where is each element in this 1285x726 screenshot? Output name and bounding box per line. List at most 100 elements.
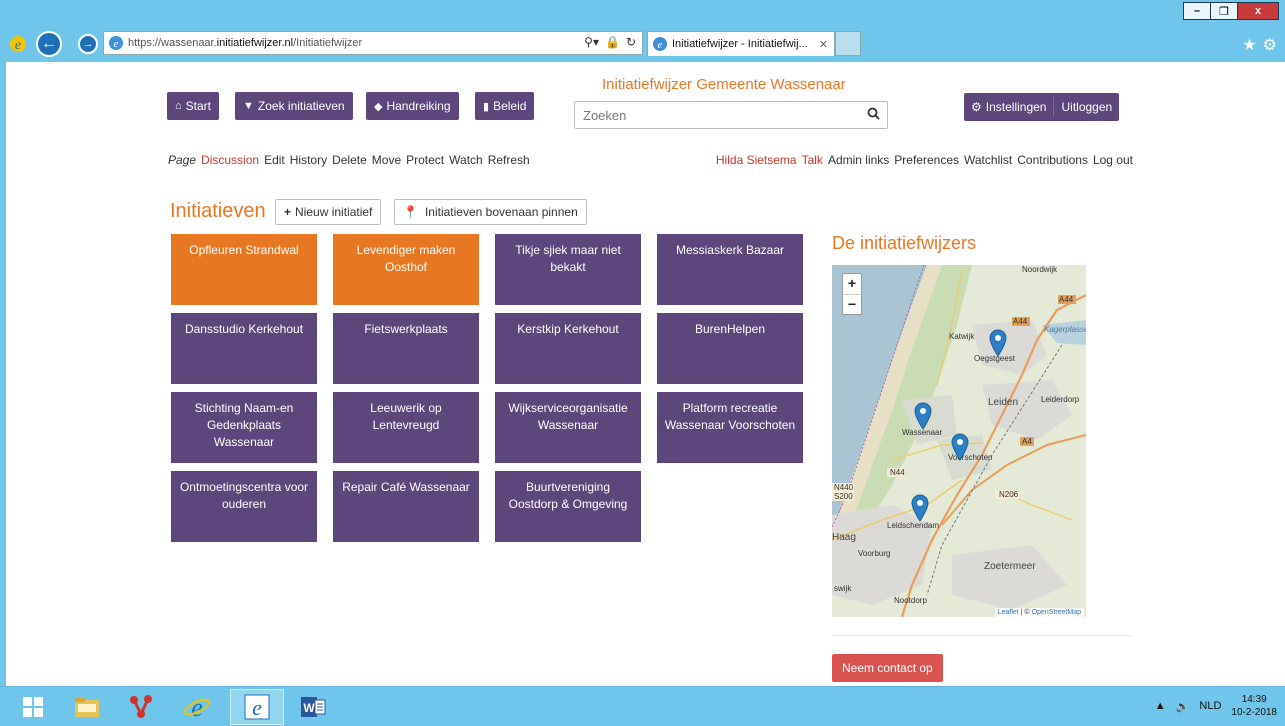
map-label: N440 bbox=[834, 483, 854, 492]
zoom-out-button[interactable]: − bbox=[843, 294, 861, 314]
initiative-tile[interactable]: Opfleuren Strandwal bbox=[171, 234, 317, 305]
initiative-tile[interactable]: Ontmoetingscentra voor ouderen bbox=[171, 471, 317, 542]
taskbar-word[interactable]: W bbox=[286, 689, 340, 725]
initiative-tile[interactable]: Platform recreatie Wassenaar Voorschoten bbox=[657, 392, 803, 463]
wiki-action-history[interactable]: History bbox=[290, 153, 327, 167]
contact-button[interactable]: Neem contact op bbox=[832, 654, 943, 682]
minimize-button[interactable]: – bbox=[1183, 2, 1211, 20]
wiki-action-edit[interactable]: Edit bbox=[264, 153, 285, 167]
address-bar[interactable]: e https://wassenaar.initiatiefwijzer.nl/… bbox=[103, 31, 643, 55]
user-link-watchlist[interactable]: Watchlist bbox=[964, 153, 1012, 167]
clock[interactable]: 14:39 10-2-2018 bbox=[1231, 693, 1277, 719]
search-input[interactable] bbox=[583, 107, 859, 123]
language-indicator[interactable]: NLD bbox=[1199, 700, 1221, 712]
user-link-talk[interactable]: Talk bbox=[802, 153, 823, 167]
ie-logo-icon: e bbox=[184, 693, 210, 721]
map-label: N206 bbox=[999, 490, 1019, 499]
initiative-tile[interactable]: Messiaskerk Bazaar bbox=[657, 234, 803, 305]
map-attribution: Leaflet | © OpenStreetMap bbox=[994, 608, 1084, 617]
taskbar-ie[interactable]: e bbox=[170, 689, 224, 725]
initiative-tiles: Opfleuren Strandwal Levendiger maken Oos… bbox=[171, 234, 803, 542]
user-link-username[interactable]: Hilda Sietsema bbox=[716, 153, 797, 167]
wiki-action-watch[interactable]: Watch bbox=[449, 153, 483, 167]
plus-icon: + bbox=[284, 205, 292, 219]
user-link-contributions[interactable]: Contributions bbox=[1017, 153, 1088, 167]
handreiking-label: Handreiking bbox=[386, 99, 451, 113]
clock-date: 10-2-2018 bbox=[1231, 707, 1277, 718]
initiative-tile[interactable]: BurenHelpen bbox=[657, 313, 803, 384]
wiki-action-refresh[interactable]: Refresh bbox=[488, 153, 530, 167]
zoom-in-button[interactable]: + bbox=[843, 274, 861, 294]
site-title[interactable]: Initiatiefwijzer Gemeente Wassenaar bbox=[602, 76, 846, 93]
initiative-tile[interactable]: Fietswerkplaats bbox=[333, 313, 479, 384]
initiative-tile[interactable]: Dansstudio Kerkehout bbox=[171, 313, 317, 384]
start-label: Start bbox=[185, 99, 211, 113]
new-tab-button[interactable] bbox=[835, 31, 861, 56]
user-link-logout[interactable]: Log out bbox=[1093, 153, 1133, 167]
leaflet-link[interactable]: Leaflet bbox=[998, 609, 1019, 616]
search-icon[interactable] bbox=[859, 107, 887, 123]
attribution-separator: | © bbox=[1018, 609, 1032, 616]
wiki-actions: Page Discussion Edit History Delete Move… bbox=[168, 153, 530, 167]
browser-tab[interactable]: e Initiatiefwijzer - Initiatiefwij... ✕ bbox=[647, 31, 835, 56]
lock-icon[interactable]: 🔒 bbox=[605, 35, 620, 49]
map-marker-icon[interactable] bbox=[914, 402, 932, 430]
forward-button[interactable]: → bbox=[78, 34, 98, 54]
map-marker-icon[interactable] bbox=[951, 433, 969, 461]
initiative-tile[interactable]: Stichting Naam-en Gedenkplaats Wassenaar bbox=[171, 392, 317, 463]
pin-icon: 📍 bbox=[403, 205, 418, 219]
map-marker-icon[interactable] bbox=[911, 494, 929, 522]
refresh-icon[interactable]: ↻ bbox=[626, 35, 636, 49]
wiki-action-move[interactable]: Move bbox=[372, 153, 401, 167]
svg-text:W: W bbox=[303, 701, 315, 715]
beleid-button[interactable]: ▮ Beleid bbox=[475, 92, 535, 120]
osm-link[interactable]: OpenStreetMap bbox=[1032, 609, 1081, 616]
start-menu-button[interactable] bbox=[6, 689, 60, 725]
user-links: Hilda Sietsema Talk Admin links Preferen… bbox=[716, 153, 1133, 167]
wiki-action-protect[interactable]: Protect bbox=[406, 153, 444, 167]
map-marker-icon[interactable] bbox=[989, 329, 1007, 357]
new-initiative-button[interactable]: + Nieuw initiatief bbox=[275, 199, 382, 225]
initiative-tile[interactable]: Tikje sjiek maar niet bekakt bbox=[495, 234, 641, 305]
initiative-tile[interactable]: Leeuwerik op Lentevreugd bbox=[333, 392, 479, 463]
taskbar-app-graph[interactable] bbox=[114, 689, 168, 725]
wiki-action-page[interactable]: Page bbox=[168, 153, 196, 167]
initiative-tile[interactable]: Buurtvereniging Oostdorp & Omgeving bbox=[495, 471, 641, 542]
restore-button[interactable]: ❐ bbox=[1210, 2, 1238, 20]
map-label: Voorburg bbox=[858, 549, 891, 558]
wiki-action-discussion[interactable]: Discussion bbox=[201, 153, 259, 167]
initiative-tile[interactable]: Wijkserviceorganisatie Wassenaar bbox=[495, 392, 641, 463]
user-link-admin-links[interactable]: Admin links bbox=[828, 153, 889, 167]
initiative-tile[interactable]: Levendiger maken Oosthof bbox=[333, 234, 479, 305]
user-link-preferences[interactable]: Preferences bbox=[894, 153, 959, 167]
map-label: Haag bbox=[832, 532, 856, 543]
zoek-initiatieven-button[interactable]: ▼ Zoek initiatieven bbox=[235, 92, 353, 120]
settings-button[interactable]: ⚙ Instellingen bbox=[964, 93, 1053, 121]
handreiking-button[interactable]: ◆ Handreiking bbox=[366, 92, 459, 120]
initiative-tile[interactable]: Repair Café Wassenaar bbox=[333, 471, 479, 542]
sidebar-divider bbox=[832, 635, 1131, 636]
map[interactable]: Noordwijk A44 A44 Kagerplassen Katwijk O… bbox=[832, 265, 1086, 617]
wiki-action-delete[interactable]: Delete bbox=[332, 153, 367, 167]
pin-initiatives-button[interactable]: 📍 Initiatieven bovenaan pinnen bbox=[394, 199, 587, 225]
map-label: swijk bbox=[834, 584, 852, 593]
window-controls: – ❐ x bbox=[1183, 2, 1279, 20]
filter-icon: ▼ bbox=[243, 100, 254, 112]
arrow-right-icon: → bbox=[82, 38, 94, 50]
map-label: Katwijk bbox=[949, 332, 975, 341]
favorites-star-icon[interactable]: ★ bbox=[1242, 35, 1256, 55]
start-button[interactable]: ⌂ Start bbox=[167, 92, 219, 120]
close-tab-icon[interactable]: ✕ bbox=[819, 38, 828, 51]
logout-button[interactable]: Uitloggen bbox=[1054, 93, 1119, 121]
search-dropdown-icon[interactable]: ⚲▾ bbox=[584, 35, 599, 49]
taskbar-ie-active[interactable]: e bbox=[230, 689, 284, 725]
tray-expand-icon[interactable]: ▲ bbox=[1155, 700, 1166, 712]
gear-icon[interactable]: ⚙ bbox=[1263, 35, 1277, 55]
initiative-tile[interactable]: Kerstkip Kerkehout bbox=[495, 313, 641, 384]
back-button[interactable]: ← bbox=[36, 31, 62, 57]
map-label: A44 bbox=[1059, 295, 1074, 304]
taskbar-file-explorer[interactable] bbox=[60, 689, 114, 725]
close-button[interactable]: x bbox=[1237, 2, 1279, 20]
volume-icon[interactable]: 🔈 bbox=[1176, 700, 1190, 713]
word-icon: W bbox=[301, 697, 326, 717]
